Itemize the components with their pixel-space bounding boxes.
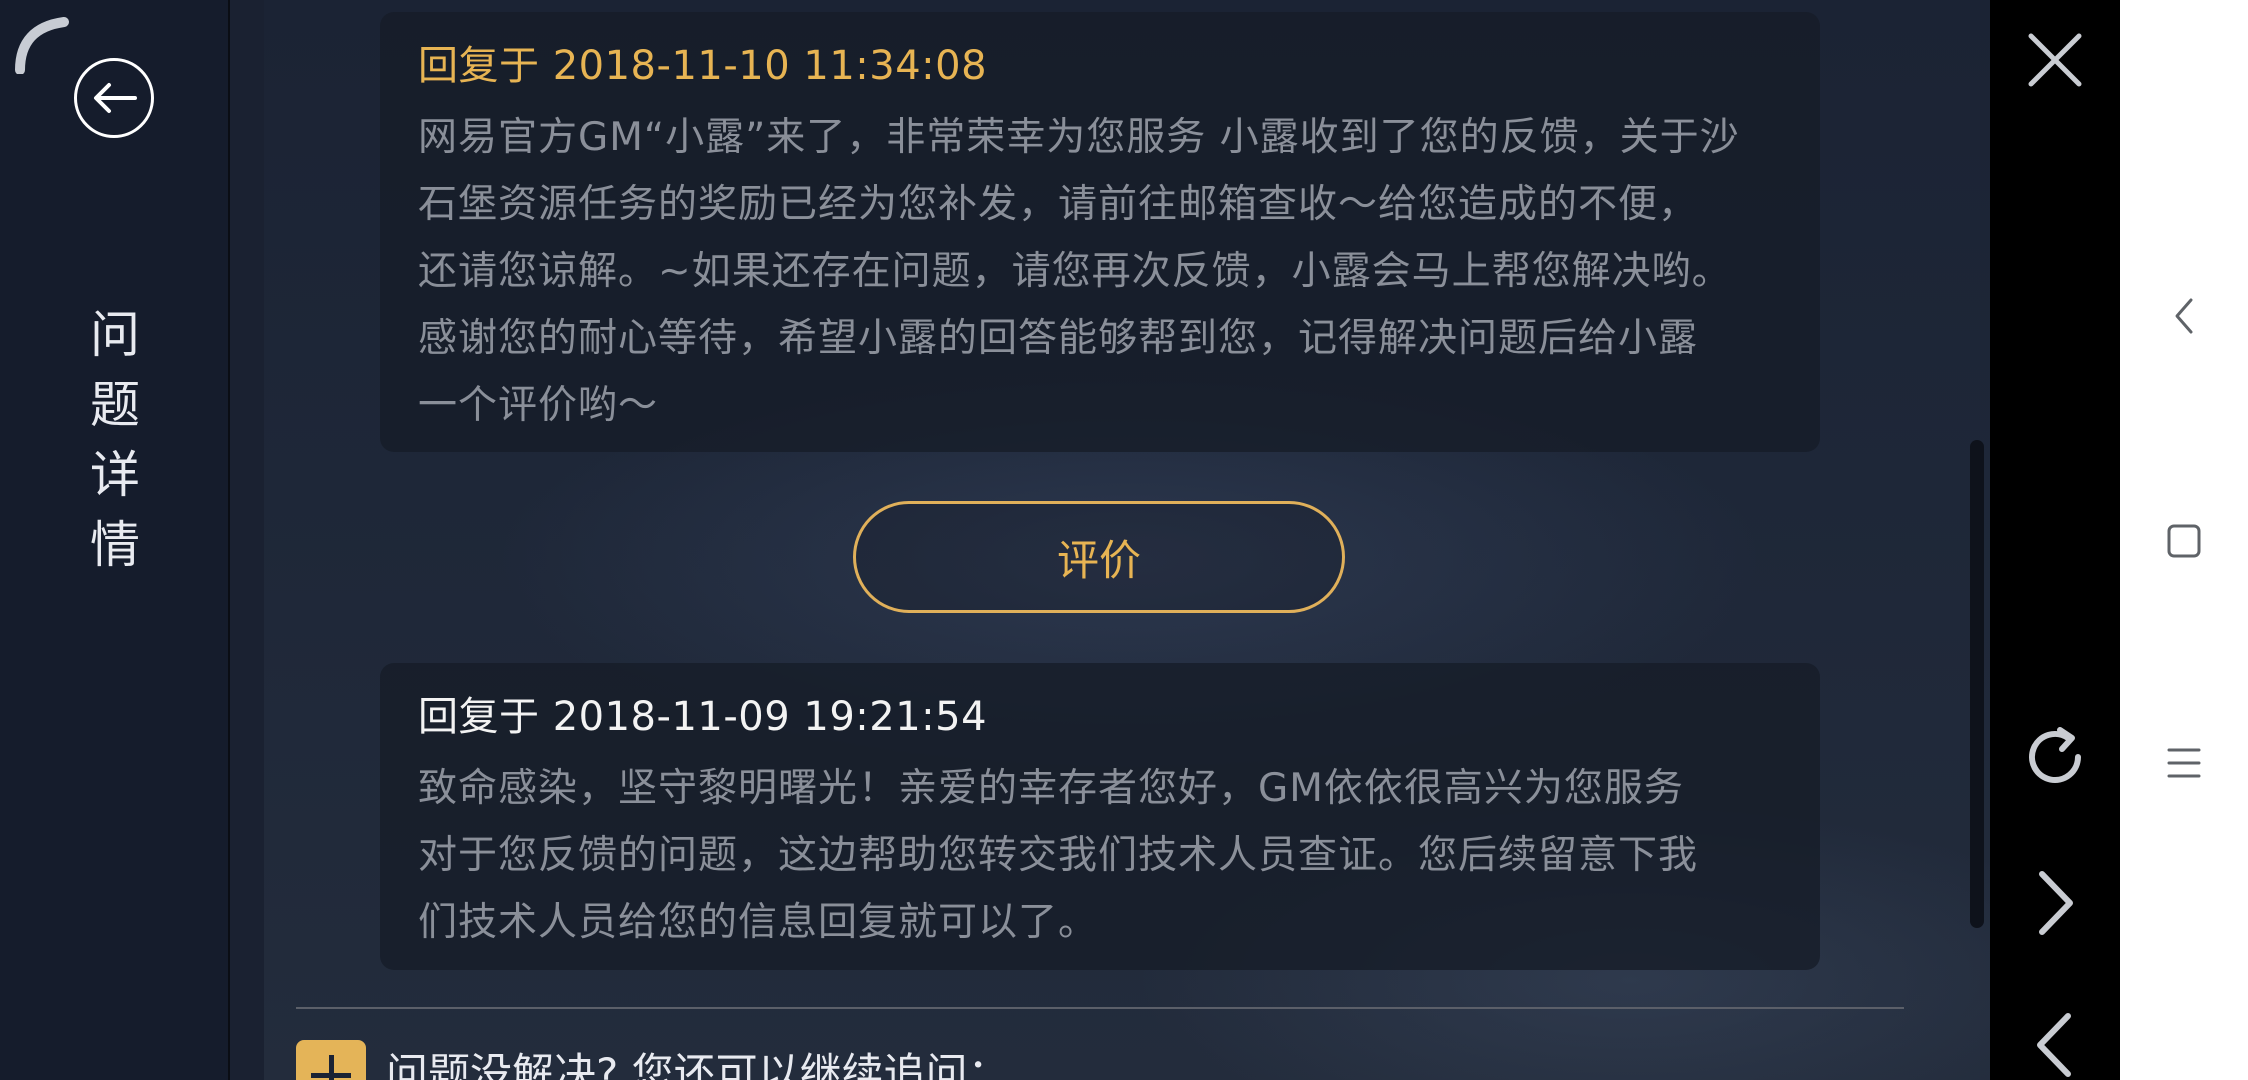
game-control-strip [1990, 0, 2120, 1080]
reply-card: 回复于 2018-11-10 11:34:08 网易官方GM“小露”来了，非常荣… [380, 12, 1820, 452]
panel-edge [230, 0, 264, 1080]
scrollbar[interactable] [1970, 440, 1984, 928]
nav-home-button[interactable] [2120, 523, 2248, 559]
close-icon [2028, 33, 2082, 87]
page-title-char: 情 [90, 516, 140, 574]
app-corner-icon [15, 17, 69, 74]
refresh-icon [2029, 727, 2081, 783]
arrow-left-icon [94, 83, 137, 113]
close-button[interactable] [1990, 30, 2120, 90]
forward-button[interactable] [1990, 868, 2120, 938]
reply-body: 致命感染，坚守黎明曙光！亲爱的幸存者您好，GM依依很高兴为您服务 对于您反馈的问… [418, 766, 1699, 945]
system-nav-bar [2120, 0, 2248, 1080]
reply-timestamp: 回复于 2018-11-10 11:34:08 [418, 43, 988, 89]
nav-back-button[interactable] [2120, 296, 2248, 336]
sidebar: 问 题 详 情 [0, 0, 230, 1080]
rate-button[interactable]: 评价 [853, 501, 1345, 613]
nav-menu-icon [2167, 748, 2201, 778]
refresh-button[interactable] [1990, 722, 2120, 792]
reply-timestamp: 回复于 2018-11-09 19:21:54 [418, 694, 988, 740]
page-title-char: 详 [90, 446, 140, 504]
backward-button[interactable] [1990, 1010, 2120, 1080]
page-title-char: 问 [90, 306, 140, 364]
nav-menu-button[interactable] [2120, 746, 2248, 780]
followup-prompt: 问题没解决? 您还可以继续追问： [386, 1049, 1010, 1080]
divider [296, 1007, 1904, 1009]
nav-back-icon [2175, 298, 2193, 334]
page-title-char: 题 [90, 376, 140, 434]
nav-home-icon [2167, 524, 2201, 558]
reply-list-panel[interactable]: 回复于 2018-11-10 11:34:08 网易官方GM“小露”来了，非常荣… [230, 0, 1990, 1080]
reply-card: 回复于 2018-11-09 19:21:54 致命感染，坚守黎明曙光！亲爱的幸… [380, 663, 1820, 970]
add-followup-icon[interactable] [296, 1040, 366, 1080]
page-title: 问 题 详 情 [60, 300, 170, 580]
back-button[interactable] [74, 58, 154, 138]
reply-body: 网易官方GM“小露”来了，非常荣幸为您服务 小露收到了您的反馈，关于沙 石堡资源… [418, 115, 1740, 428]
chevron-right-icon [2039, 871, 2073, 935]
chevron-left-icon [2037, 1013, 2071, 1077]
